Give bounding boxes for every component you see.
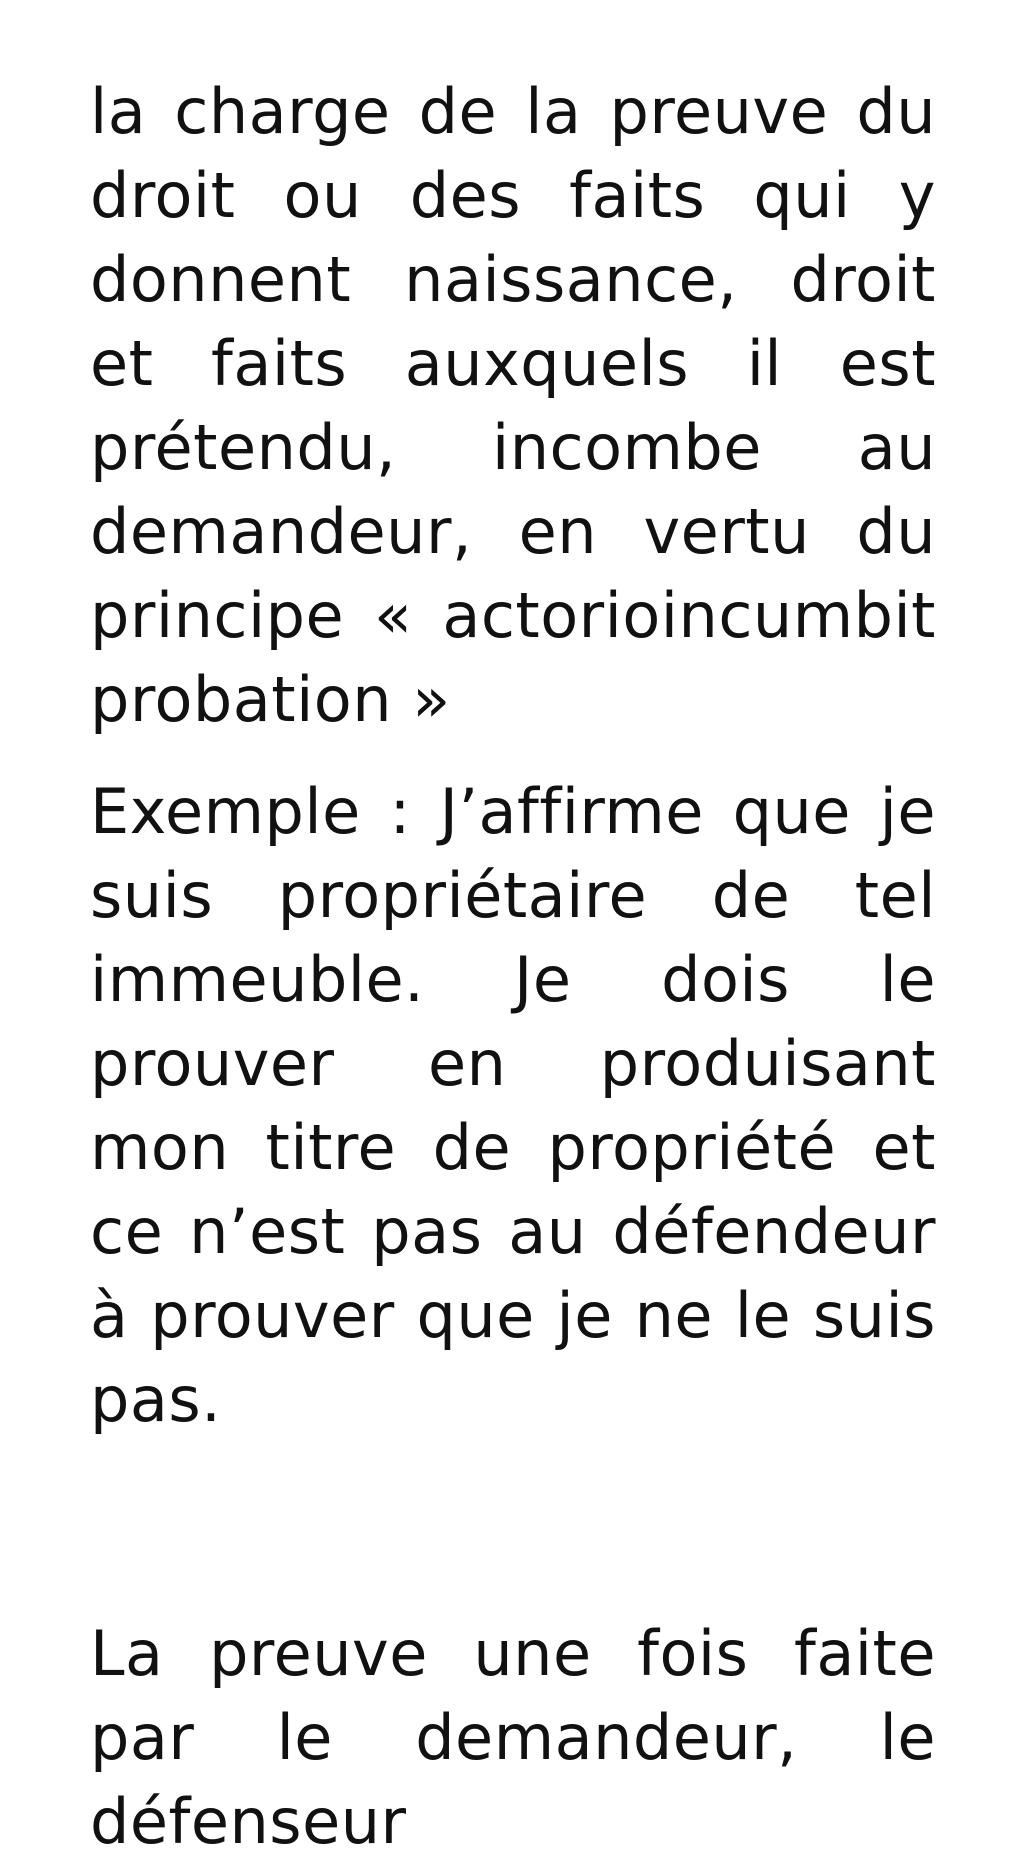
paragraph-example: Exemple : J’affirme que je suis propriét… xyxy=(90,775,936,1436)
paragraph-proof-made: La preuve une fois faite par le demandeu… xyxy=(90,1617,936,1858)
document-page: la charge de la preuve du droit ou des f… xyxy=(90,70,936,1864)
paragraph-burden-of-proof: la charge de la preuve du droit ou des f… xyxy=(90,75,936,736)
